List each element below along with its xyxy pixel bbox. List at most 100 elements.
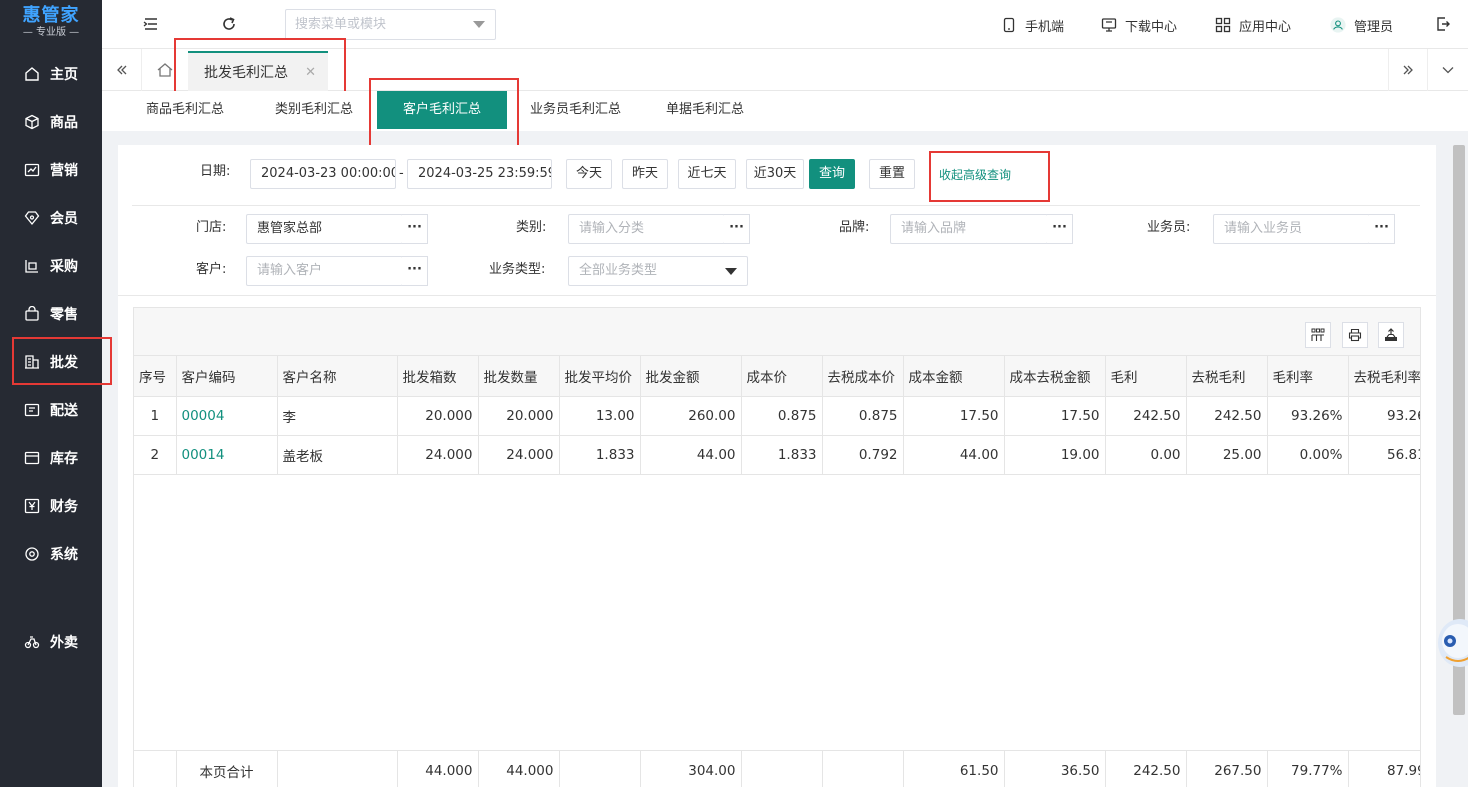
customer-code-link[interactable]: 00004 [176, 396, 278, 436]
customer-picker-button[interactable]: ··· [402, 256, 428, 286]
sidebar-item-member[interactable]: 会员 [0, 194, 102, 242]
column-header[interactable]: 去税成本价 [822, 356, 904, 397]
yesterday-button[interactable]: 昨天 [622, 159, 668, 189]
user-menu[interactable]: 管理员 [1330, 15, 1393, 35]
customer-code-link[interactable]: 00014 [176, 435, 278, 475]
subtab-category-profit[interactable]: 类别毛利汇总 [275, 91, 353, 129]
column-header[interactable]: 成本金额 [903, 356, 1005, 397]
date-label: 日期: [200, 164, 231, 179]
sidebar-item-home[interactable]: 主页 [0, 50, 102, 98]
bag-icon [25, 306, 39, 321]
close-icon[interactable]: ✕ [305, 65, 316, 80]
sidebar-item-label: 系统 [50, 547, 78, 563]
subtab-document-profit[interactable]: 单据毛利汇总 [666, 91, 744, 129]
table-cell: 0.875 [822, 396, 904, 436]
sidebar-item-label: 财务 [50, 499, 78, 515]
table-cell: 2 [134, 435, 177, 475]
collapse-advanced-query-link[interactable]: 收起高级查询 [939, 166, 1011, 183]
column-header[interactable]: 去税毛利 [1186, 356, 1268, 397]
date-end-input[interactable]: 2024-03-25 23:59:59 [407, 159, 552, 189]
category-picker-button[interactable]: ··· [724, 214, 750, 244]
query-button[interactable]: 查询 [809, 159, 855, 189]
column-header[interactable]: 批发平均价 [559, 356, 641, 397]
subtab-salesman-profit[interactable]: 业务员毛利汇总 [530, 91, 621, 129]
sidebar-item-system[interactable]: 系统 [0, 530, 102, 578]
menu-search-select[interactable]: 搜索菜单或模块 [285, 9, 496, 40]
column-header[interactable]: 客户名称 [277, 356, 398, 397]
column-header[interactable]: 毛利 [1105, 356, 1187, 397]
download-center-link[interactable]: 下载中心 [1101, 15, 1177, 35]
brand-picker-button[interactable]: ··· [1047, 214, 1073, 244]
last-30-days-button[interactable]: 近30天 [746, 159, 804, 189]
tabs-menu-chevron-icon[interactable] [1428, 49, 1468, 91]
table-cell: 260.00 [640, 396, 742, 436]
sidebar: 惠管家 — 专业版 — 主页 商品 营销 会员 采购 零售 批发 配送 库存 财… [0, 0, 102, 787]
sidebar-item-label: 商品 [50, 115, 78, 131]
assistant-robot-icon[interactable] [1434, 607, 1468, 677]
app-center-link[interactable]: 应用中心 [1215, 15, 1291, 35]
last-7-days-button[interactable]: 近七天 [678, 159, 736, 189]
column-header[interactable]: 批发箱数 [397, 356, 479, 397]
brand-label: 品牌: [839, 220, 870, 235]
column-header[interactable]: 成本价 [741, 356, 823, 397]
subtab-customer-profit[interactable]: 客户毛利汇总 [377, 91, 507, 129]
table-cell: 24.000 [397, 435, 479, 475]
column-settings-icon[interactable] [1305, 322, 1331, 348]
print-icon[interactable] [1342, 322, 1368, 348]
column-header[interactable]: 毛利率 [1267, 356, 1349, 397]
reset-button[interactable]: 重置 [869, 159, 915, 189]
tabs-scroll-right-icon[interactable] [1388, 49, 1428, 91]
sidebar-item-marketing[interactable]: 营销 [0, 146, 102, 194]
table-cell: 93.26% [1267, 396, 1349, 436]
column-header[interactable]: 批发数量 [478, 356, 560, 397]
menu-toggle-icon[interactable] [141, 14, 161, 34]
sidebar-item-takeout[interactable]: 外卖 [0, 618, 102, 666]
sidebar-item-purchase[interactable]: 采购 [0, 242, 102, 290]
salesman-input[interactable]: 请输入业务员 [1213, 214, 1370, 244]
footer-cell [559, 751, 641, 787]
table-cell: 25.00 [1186, 435, 1268, 475]
export-icon[interactable] [1378, 322, 1404, 348]
logout-icon[interactable] [1433, 14, 1453, 34]
column-header[interactable]: 去税毛利率 [1348, 356, 1420, 397]
column-header[interactable]: 成本去税金额 [1004, 356, 1106, 397]
mobile-link[interactable]: 手机端 [1001, 15, 1064, 35]
sidebar-item-inventory[interactable]: 库存 [0, 434, 102, 482]
monitor-icon [1101, 18, 1117, 32]
column-header[interactable]: 客户编码 [176, 356, 278, 397]
sidebar-item-wholesale[interactable]: 批发 [0, 338, 102, 386]
menu-search-placeholder: 搜索菜单或模块 [295, 17, 387, 32]
table-cell: 19.00 [1004, 435, 1106, 475]
footer-cell [741, 751, 823, 787]
business-type-label: 业务类型: [489, 262, 546, 277]
refresh-icon[interactable] [219, 14, 239, 34]
footer-cell: 242.50 [1105, 751, 1187, 787]
store-picker-button[interactable]: ··· [402, 214, 428, 244]
customer-input[interactable]: 请输入客户 [246, 256, 403, 286]
sidebar-item-label: 零售 [50, 307, 78, 323]
tabs-scroll-left-icon[interactable] [102, 49, 142, 91]
caret-down-icon [725, 268, 737, 275]
tab-wholesale-profit-summary[interactable]: 批发毛利汇总 ✕ [188, 51, 328, 91]
today-button[interactable]: 今天 [566, 159, 612, 189]
table-row[interactable]: 1 00004 李 20.000 20.000 13.00 260.00 0.8… [134, 396, 1420, 436]
store-input[interactable]: 惠管家总部 [246, 214, 403, 244]
category-input[interactable]: 请输入分类 [568, 214, 725, 244]
logo-title: 惠管家 [22, 5, 80, 26]
sidebar-item-retail[interactable]: 零售 [0, 290, 102, 338]
table-row[interactable]: 2 00014 盖老板 24.000 24.000 1.833 44.00 1.… [134, 435, 1420, 475]
table-cell: 17.50 [1004, 396, 1106, 436]
date-start-input[interactable]: 2024-03-23 00:00:00 [250, 159, 396, 189]
download-center-label: 下载中心 [1125, 19, 1178, 35]
column-header[interactable]: 批发金额 [640, 356, 742, 397]
sidebar-item-finance[interactable]: 财务 [0, 482, 102, 530]
subtab-goods-profit[interactable]: 商品毛利汇总 [146, 91, 224, 129]
sidebar-item-delivery[interactable]: 配送 [0, 386, 102, 434]
sidebar-item-goods[interactable]: 商品 [0, 98, 102, 146]
table-cell: 24.000 [478, 435, 560, 475]
salesman-picker-button[interactable]: ··· [1369, 214, 1395, 244]
business-type-select[interactable]: 全部业务类型 [568, 256, 748, 286]
brand-input[interactable]: 请输入品牌 [890, 214, 1048, 244]
home-tab-icon[interactable] [142, 49, 188, 91]
column-header[interactable]: 序号 [134, 356, 177, 397]
